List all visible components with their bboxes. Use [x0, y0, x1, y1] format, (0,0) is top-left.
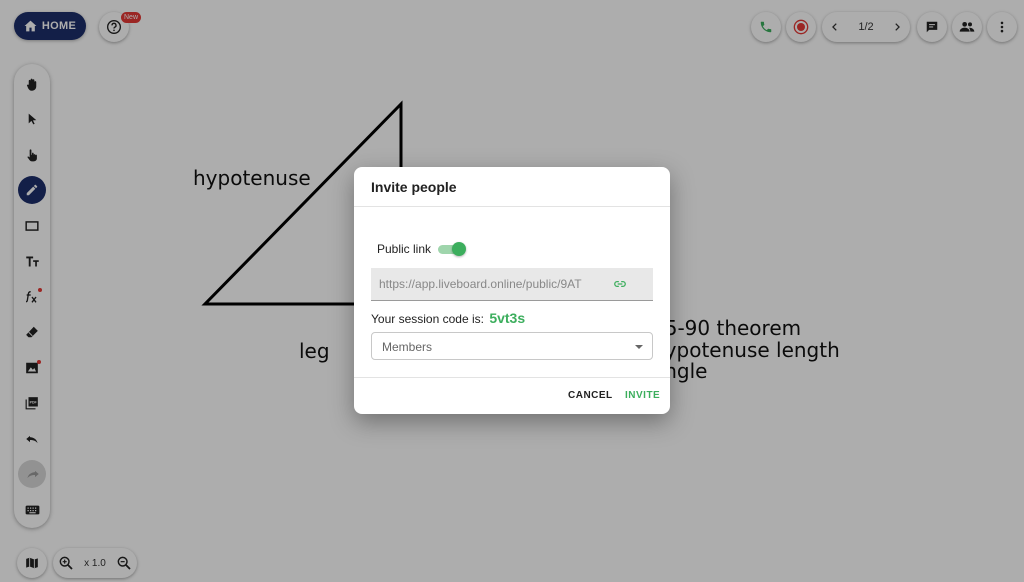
session-code-value: 5vt3s: [489, 310, 526, 326]
public-link-field: [371, 268, 653, 301]
dialog-title: Invite people: [371, 179, 457, 195]
invite-button[interactable]: INVITE: [625, 390, 660, 401]
public-link-label: Public link: [377, 242, 432, 256]
session-code-row: Your session code is: 5vt3s: [371, 310, 525, 326]
public-link-toggle[interactable]: [438, 242, 466, 256]
dialog-header-divider: [354, 206, 670, 207]
toggle-thumb: [452, 242, 466, 256]
session-code-label: Your session code is:: [371, 312, 484, 326]
members-placeholder: Members: [382, 340, 433, 354]
cancel-button[interactable]: CANCEL: [568, 390, 613, 401]
link-icon[interactable]: [612, 277, 628, 291]
dialog-footer-divider: [354, 377, 670, 378]
members-select[interactable]: Members: [371, 332, 653, 360]
public-link-input[interactable]: [379, 268, 584, 300]
invite-people-dialog: Invite people Public link Your session c…: [354, 167, 670, 414]
dropdown-arrow-icon: [635, 345, 643, 349]
